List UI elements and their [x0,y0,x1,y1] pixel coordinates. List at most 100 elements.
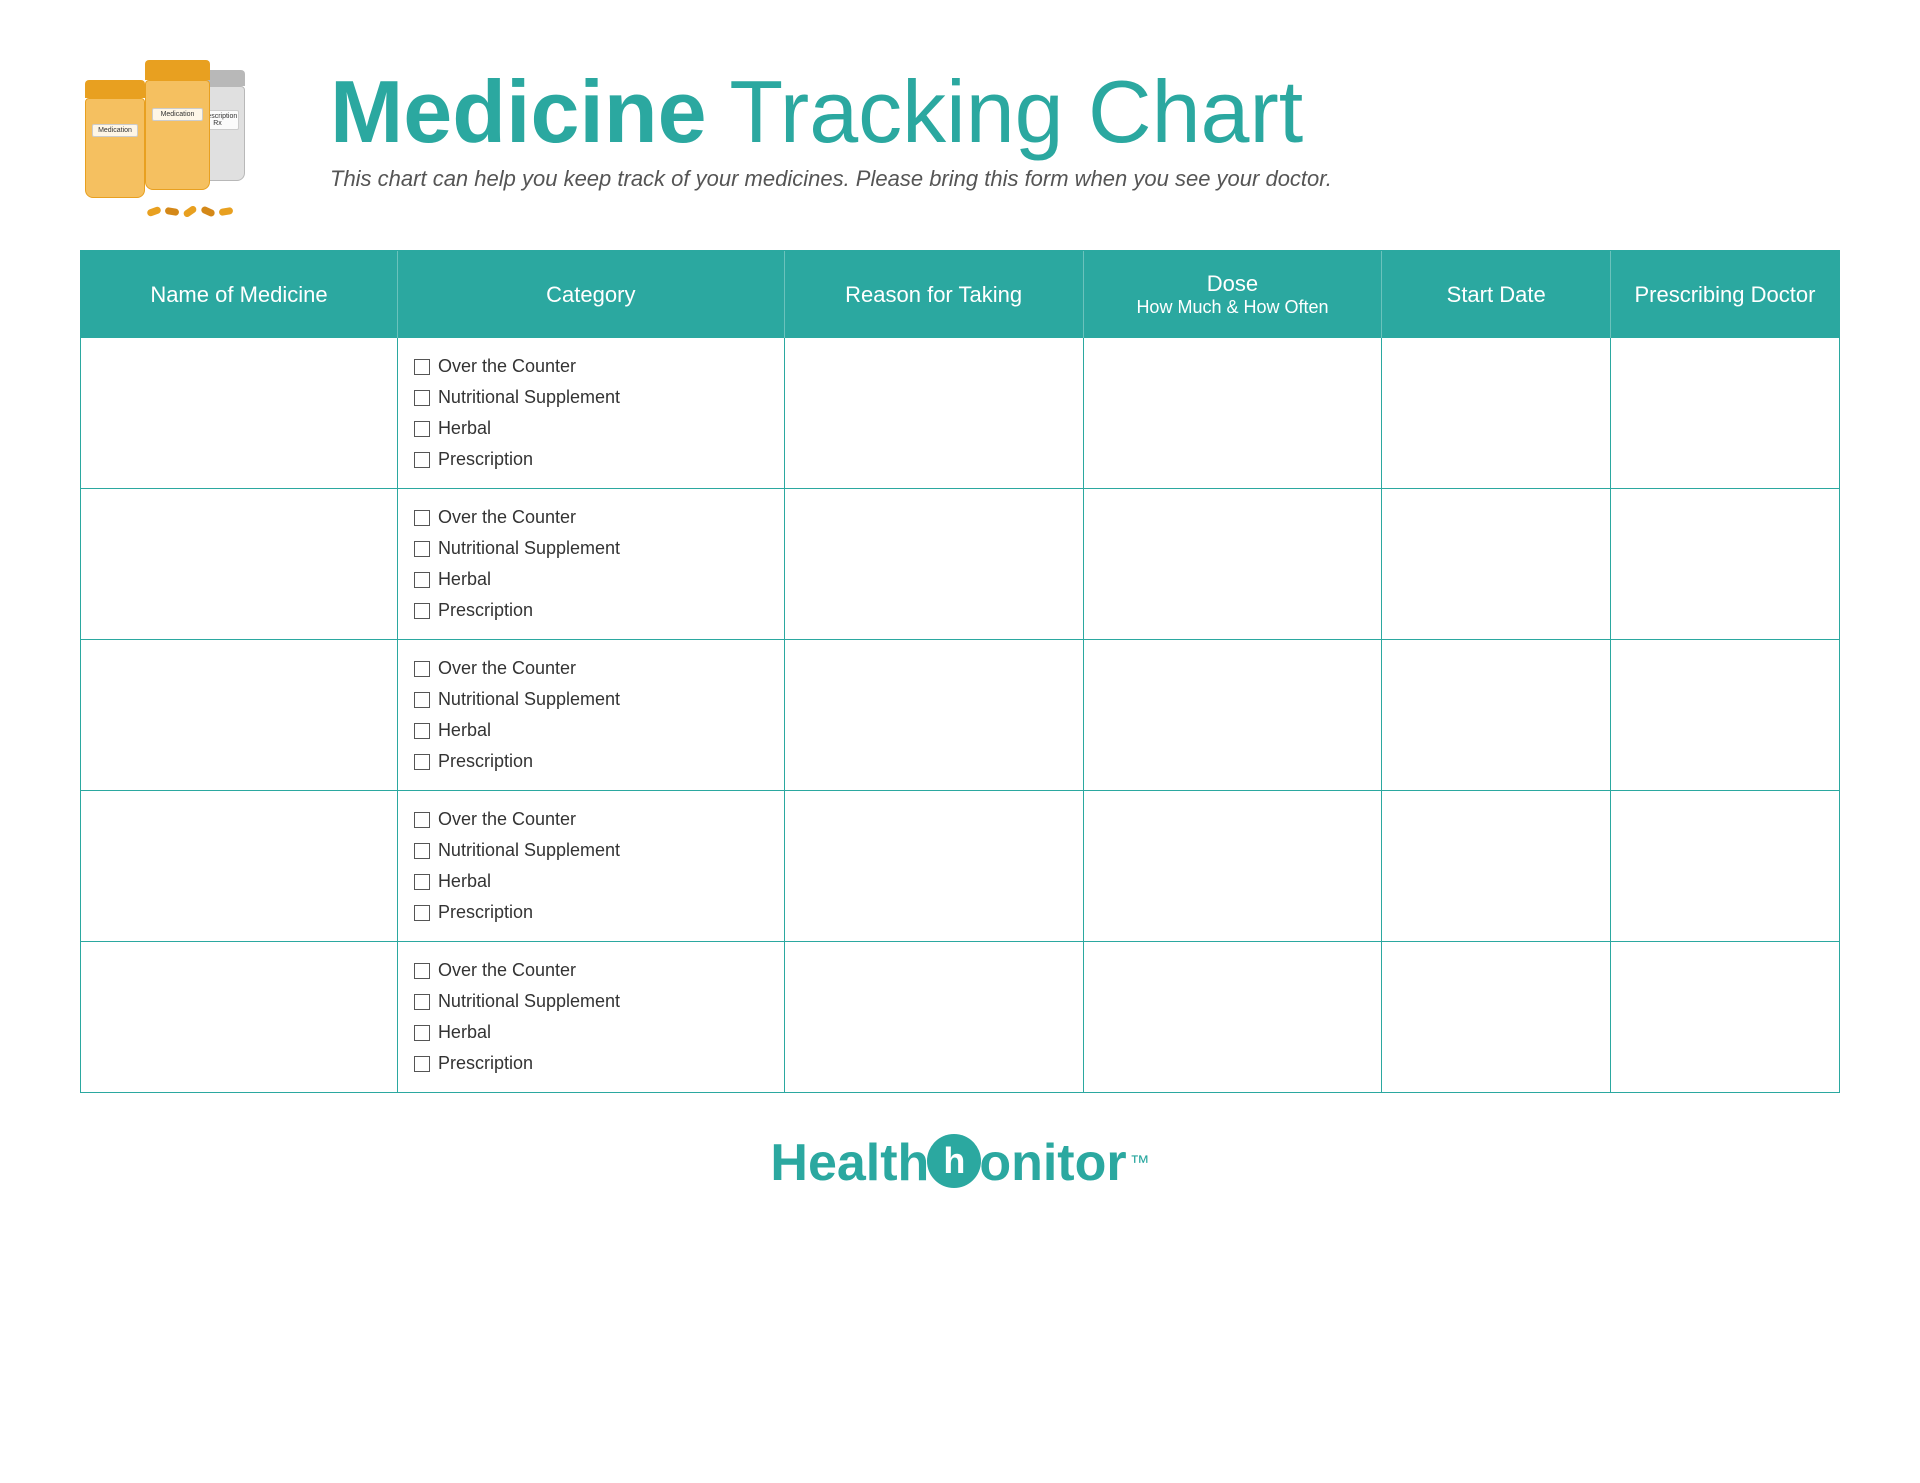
bottle-1-body: Medication [85,98,145,198]
checkbox-herbal-4[interactable]: Herbal [414,871,768,892]
checkbox-otc-5[interactable]: Over the Counter [414,960,768,981]
checkbox-box-nutritional-5[interactable] [414,994,430,1010]
checkbox-otc-4[interactable]: Over the Counter [414,809,768,830]
cell-reason-5[interactable] [784,942,1083,1093]
checkbox-box-herbal-3[interactable] [414,723,430,739]
checkbox-prescription-1[interactable]: Prescription [414,449,768,470]
label-herbal-4: Herbal [438,871,491,892]
cell-name-2[interactable] [81,489,397,640]
checkbox-box-prescription-1[interactable] [414,452,430,468]
checkbox-nutritional-1[interactable]: Nutritional Supplement [414,387,768,408]
label-otc-4: Over the Counter [438,809,576,830]
title-medicine: Medicine [330,62,707,161]
cell-name-5[interactable] [81,942,397,1093]
checkbox-box-nutritional-4[interactable] [414,843,430,859]
footer-h-letter: h [943,1140,965,1182]
checkbox-box-prescription-3[interactable] [414,754,430,770]
label-nutritional-2: Nutritional Supplement [438,538,620,559]
pill-bottles-illustration: Medication Prescription Rx Medication [80,40,300,220]
cell-start-4[interactable] [1382,791,1611,942]
table-row: Over the Counter Nutritional Supplement … [81,942,1839,1093]
label-herbal-1: Herbal [438,418,491,439]
col-header-dose: Dose How Much & How Often [1083,251,1382,338]
subtitle: This chart can help you keep track of yo… [330,166,1840,192]
checkbox-nutritional-2[interactable]: Nutritional Supplement [414,538,768,559]
cell-doctor-1[interactable] [1610,338,1839,489]
dose-label: Dose [1207,271,1258,296]
bottle-3-label: Medication [152,108,202,121]
checkbox-otc-3[interactable]: Over the Counter [414,658,768,679]
checkbox-otc-1[interactable]: Over the Counter [414,356,768,377]
checkbox-box-nutritional-1[interactable] [414,390,430,406]
healthmonitor-logo: Health h onitor ™ [770,1133,1149,1193]
checkbox-nutritional-5[interactable]: Nutritional Supplement [414,991,768,1012]
label-prescription-3: Prescription [438,751,533,772]
checkbox-herbal-1[interactable]: Herbal [414,418,768,439]
cell-category-5: Over the Counter Nutritional Supplement … [397,942,784,1093]
label-otc-5: Over the Counter [438,960,576,981]
cell-reason-4[interactable] [784,791,1083,942]
cell-doctor-4[interactable] [1610,791,1839,942]
title-tracking: Tracking [729,62,1063,161]
cell-start-5[interactable] [1382,942,1611,1093]
cell-start-1[interactable] [1382,338,1611,489]
checkbox-box-otc-3[interactable] [414,661,430,677]
cell-dose-5[interactable] [1083,942,1382,1093]
footer-logo-circle: h [927,1134,981,1188]
cell-reason-1[interactable] [784,338,1083,489]
cell-start-2[interactable] [1382,489,1611,640]
checkbox-box-herbal-4[interactable] [414,874,430,890]
cell-dose-3[interactable] [1083,640,1382,791]
footer-monitor-text: onitor [979,1133,1126,1193]
checkbox-box-otc-2[interactable] [414,510,430,526]
checkbox-prescription-3[interactable]: Prescription [414,751,768,772]
pill-2 [164,207,179,216]
checkbox-otc-2[interactable]: Over the Counter [414,507,768,528]
cell-doctor-3[interactable] [1610,640,1839,791]
checkbox-herbal-2[interactable]: Herbal [414,569,768,590]
bottle-3: Medication [145,60,210,190]
cell-start-3[interactable] [1382,640,1611,791]
checkbox-box-prescription-4[interactable] [414,905,430,921]
label-prescription-2: Prescription [438,600,533,621]
cell-name-3[interactable] [81,640,397,791]
cell-category-1: Over the Counter Nutritional Supplement … [397,338,784,489]
bottle-3-body: Medication [145,80,210,190]
checkbox-box-herbal-2[interactable] [414,572,430,588]
cell-doctor-5[interactable] [1610,942,1839,1093]
cell-dose-1[interactable] [1083,338,1382,489]
cell-reason-2[interactable] [784,489,1083,640]
checkbox-box-prescription-5[interactable] [414,1056,430,1072]
cell-doctor-2[interactable] [1610,489,1839,640]
cell-dose-2[interactable] [1083,489,1382,640]
footer-health-text: Health [770,1133,929,1193]
label-otc-1: Over the Counter [438,356,576,377]
checkbox-nutritional-4[interactable]: Nutritional Supplement [414,840,768,861]
cell-dose-4[interactable] [1083,791,1382,942]
col-header-reason: Reason for Taking [784,251,1083,338]
tracking-table: Name of Medicine Category Reason for Tak… [81,251,1839,1092]
cell-name-4[interactable] [81,791,397,942]
cell-category-4: Over the Counter Nutritional Supplement … [397,791,784,942]
checkbox-box-otc-1[interactable] [414,359,430,375]
checkbox-box-herbal-5[interactable] [414,1025,430,1041]
label-herbal-2: Herbal [438,569,491,590]
checkbox-prescription-4[interactable]: Prescription [414,902,768,923]
checkbox-box-prescription-2[interactable] [414,603,430,619]
cell-name-1[interactable] [81,338,397,489]
checkbox-box-herbal-1[interactable] [414,421,430,437]
checkbox-prescription-5[interactable]: Prescription [414,1053,768,1074]
title-section: Medicine Tracking Chart This chart can h… [330,68,1840,192]
checkbox-nutritional-3[interactable]: Nutritional Supplement [414,689,768,710]
checkbox-box-otc-4[interactable] [414,812,430,828]
checkbox-herbal-3[interactable]: Herbal [414,720,768,741]
checkbox-herbal-5[interactable]: Herbal [414,1022,768,1043]
table-row: Over the Counter Nutritional Supplement … [81,791,1839,942]
table-body: Over the Counter Nutritional Supplement … [81,338,1839,1092]
checkbox-prescription-2[interactable]: Prescription [414,600,768,621]
label-otc-2: Over the Counter [438,507,576,528]
checkbox-box-nutritional-2[interactable] [414,541,430,557]
checkbox-box-nutritional-3[interactable] [414,692,430,708]
cell-reason-3[interactable] [784,640,1083,791]
checkbox-box-otc-5[interactable] [414,963,430,979]
